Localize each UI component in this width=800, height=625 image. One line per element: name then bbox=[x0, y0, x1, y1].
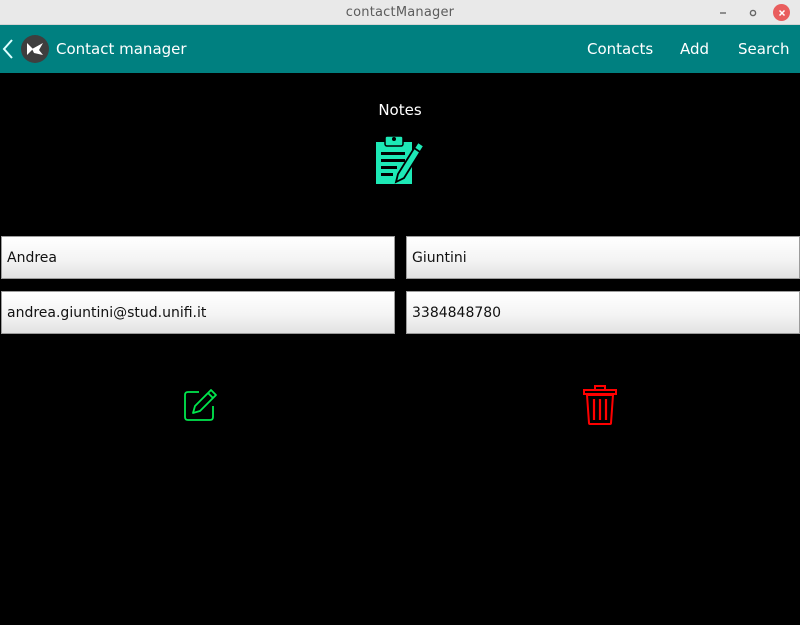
minimize-icon bbox=[719, 11, 726, 14]
app-logo bbox=[21, 35, 49, 63]
clipboard-edit-icon[interactable] bbox=[372, 134, 426, 186]
last-name-field[interactable] bbox=[406, 236, 800, 279]
window-titlebar: contactManager bbox=[0, 0, 800, 25]
menu-add[interactable]: Add bbox=[680, 40, 709, 58]
close-button[interactable] bbox=[773, 4, 790, 21]
trash-icon[interactable] bbox=[582, 384, 618, 426]
action-bar: Contact manager Contacts Add Search bbox=[0, 25, 800, 73]
maximize-button[interactable] bbox=[744, 4, 761, 21]
phone-field[interactable] bbox=[406, 291, 800, 334]
menu-search[interactable]: Search bbox=[738, 40, 790, 58]
maximize-icon bbox=[749, 9, 756, 16]
menu-contacts[interactable]: Contacts bbox=[587, 40, 653, 58]
edit-icon[interactable] bbox=[182, 387, 218, 423]
window-title: contactManager bbox=[345, 5, 455, 20]
email-field[interactable] bbox=[1, 291, 395, 334]
kivy-logo-icon bbox=[27, 43, 43, 55]
first-name-field[interactable] bbox=[1, 236, 395, 279]
close-icon bbox=[778, 9, 785, 16]
minimize-button[interactable] bbox=[714, 4, 731, 21]
app-title: Contact manager bbox=[56, 40, 187, 58]
back-chevron-icon[interactable] bbox=[1, 38, 15, 60]
notes-label: Notes bbox=[378, 101, 422, 119]
